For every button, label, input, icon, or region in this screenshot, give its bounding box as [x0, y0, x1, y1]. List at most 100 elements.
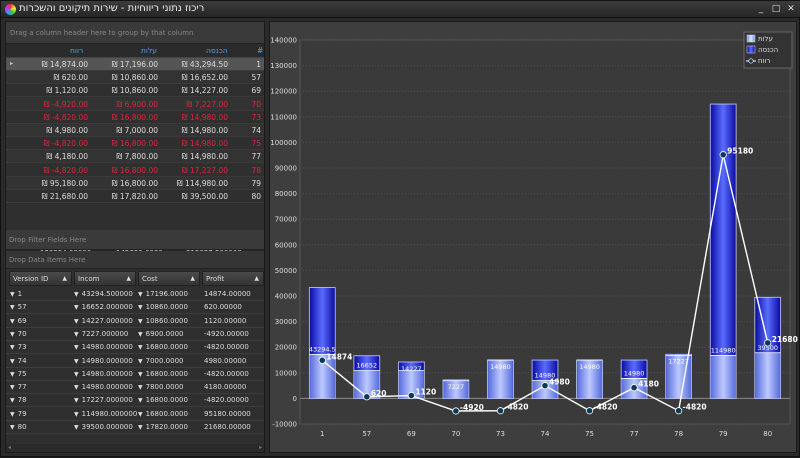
- table-row[interactable]: ₪ -4,820.00 ₪ 16,800.00 ₪ 14,980.00 75: [6, 137, 264, 151]
- header-profit[interactable]: רווח: [70, 46, 83, 55]
- expand-icon[interactable]: ▼: [10, 397, 15, 404]
- expand-icon[interactable]: ▼: [74, 411, 79, 418]
- table-row[interactable]: ₪ -4,920.00 ₪ 6,900.00 ₪ 7,227.00 70: [6, 97, 264, 111]
- expand-icon[interactable]: ▼: [138, 411, 143, 418]
- profit-value-label: -4820: [504, 403, 528, 412]
- maximize-button[interactable]: □: [770, 3, 782, 15]
- pivot-row[interactable]: ▼ 79 ▼ 114980.000000 ▼ 16800.0000 95180.00000: [6, 408, 264, 421]
- table-row[interactable]: ₪ 4,180.00 ₪ 7,800.00 ₪ 14,980.00 77: [6, 150, 264, 164]
- expand-icon[interactable]: ▼: [10, 371, 15, 378]
- pivot-cell-income: 14980.000000: [81, 383, 133, 392]
- bar-value-label: 14980: [490, 363, 511, 371]
- bar-value-label: 14980: [579, 363, 600, 371]
- scroll-right-icon[interactable]: ▸: [259, 444, 262, 451]
- expand-icon[interactable]: ▼: [74, 397, 79, 404]
- close-button[interactable]: ✕: [785, 3, 797, 15]
- pivot-row[interactable]: ▼ 73 ▼ 14980.000000 ▼ 16800.0000 -4820.00000: [6, 341, 264, 355]
- table-row[interactable]: ₪ -4,820.00 ₪ 16,800.00 ₪ 14,980.00 73: [6, 111, 264, 124]
- expand-icon[interactable]: ▼: [10, 411, 15, 418]
- bar-cost: [710, 355, 736, 399]
- expand-icon[interactable]: ▼: [138, 384, 143, 391]
- grid-header: רווח עלות הכנסה #: [6, 44, 264, 58]
- pivot-cell-version: 80: [17, 423, 27, 431]
- expand-icon[interactable]: ▼: [10, 344, 15, 351]
- cell-profit: ₪ 21,680.00: [41, 192, 88, 201]
- expand-icon[interactable]: ▼: [74, 344, 79, 351]
- legend-label: עלות: [758, 35, 773, 43]
- expand-icon[interactable]: ▼: [74, 304, 79, 311]
- pivot-row[interactable]: ▼ 77 ▼ 14980.000000 ▼ 7800.0000 4180.00000: [6, 381, 264, 395]
- scroll-left-icon[interactable]: ◂: [8, 444, 11, 451]
- profit-value-label: 4180: [638, 380, 659, 389]
- profit-point: [496, 407, 505, 415]
- expand-icon[interactable]: ▼: [74, 291, 79, 298]
- table-row[interactable]: ₪ 620.00 ₪ 10,860.00 ₪ 16,652.00 57: [6, 71, 264, 85]
- expand-icon[interactable]: ▼: [138, 304, 143, 311]
- pivot-cell-income: 39500.000000: [81, 423, 133, 431]
- pivot-cell-income: 114980.000000: [81, 409, 138, 418]
- expand-icon[interactable]: ▼: [138, 397, 143, 404]
- pivot-row[interactable]: ▼ 69 ▼ 14227.000000 ▼ 10860.0000 1120.00000: [6, 315, 264, 328]
- pivot-cell-profit: 21680.00000: [204, 423, 251, 431]
- pivot-row[interactable]: ▼ 57 ▼ 16652.000000 ▼ 10860.0000 620.00000: [6, 301, 264, 315]
- expand-icon[interactable]: ▼: [138, 358, 143, 365]
- cell-cost: ₪ 16,800.00: [111, 112, 158, 122]
- pivot-header-profit[interactable]: Profit ▲: [202, 271, 264, 286]
- pivot-row[interactable]: ▼ 1 ▼ 43294.500000 ▼ 17196.0000 14874.00000: [6, 288, 264, 301]
- expand-icon[interactable]: ▼: [138, 318, 143, 325]
- pivot-row[interactable]: ▼ 80 ▼ 39500.000000 ▼ 17820.0000 21680.00000: [6, 421, 264, 434]
- expand-icon[interactable]: ▼: [138, 331, 143, 338]
- pivot-header-version[interactable]: Version ID ▲: [9, 271, 72, 286]
- pivot-header-profit-label: Profit: [206, 275, 225, 283]
- expand-icon[interactable]: ▼: [74, 318, 79, 325]
- table-row[interactable]: ₪ 4,980.00 ₪ 7,000.00 ₪ 14,980.00 74: [6, 124, 264, 137]
- pivot-row[interactable]: ▼ 70 ▼ 7227.000000 ▼ 6900.0000 -4920.00000: [6, 328, 264, 341]
- table-row[interactable]: ₪ 21,680.00 ₪ 17,820.00 ₪ 39,500.00 80: [6, 190, 264, 203]
- y-tick-label: 130000: [270, 62, 297, 70]
- pivot-row[interactable]: ▼ 78 ▼ 17227.000000 ▼ 16800.0000 -4820.00000: [6, 394, 264, 408]
- cell-profit: ₪ 1,120.00: [46, 86, 88, 96]
- expand-icon[interactable]: ▼: [10, 331, 15, 338]
- expand-icon[interactable]: ▼: [10, 384, 15, 391]
- expand-icon[interactable]: ▼: [74, 358, 79, 365]
- expand-icon[interactable]: ▼: [10, 318, 15, 325]
- pivot-cell-profit: 95180.00000: [204, 409, 251, 418]
- expand-icon[interactable]: ▼: [10, 291, 15, 298]
- header-num[interactable]: #: [257, 46, 263, 55]
- expand-icon[interactable]: ▼: [74, 371, 79, 378]
- cell-cost: ₪ 7,000.00: [116, 126, 158, 135]
- pivot-cell-version: 70: [17, 329, 27, 338]
- pivot-data-area[interactable]: Drop Data Items Here: [6, 251, 264, 269]
- cell-num: 78: [251, 165, 261, 175]
- pivot-cell-version: 1: [17, 290, 23, 298]
- pivot-filter-area[interactable]: Drop Filter Fields Here: [6, 230, 264, 250]
- table-row[interactable]: ₪ 95,180.00 ₪ 16,800.00 ₪ 114,980.00 79: [6, 176, 264, 190]
- header-income[interactable]: הכנסה: [206, 46, 228, 55]
- cell-num: 69: [251, 86, 261, 96]
- pivot-header-income[interactable]: Incom ▲: [74, 271, 136, 286]
- expand-icon[interactable]: ▼: [138, 344, 143, 351]
- minimize-button[interactable]: _: [755, 3, 767, 15]
- expand-icon[interactable]: ▼: [74, 331, 79, 338]
- expand-icon[interactable]: ▼: [138, 424, 143, 431]
- expand-icon[interactable]: ▼: [74, 384, 79, 391]
- pivot-row[interactable]: ▼ 75 ▼ 14980.000000 ▼ 16800.0000 -4820.00000: [6, 368, 264, 381]
- group-by-panel[interactable]: Drag a column header here to group by th…: [6, 22, 264, 44]
- expand-icon[interactable]: ▼: [10, 304, 15, 311]
- horizontal-scrollbar[interactable]: ◂ ▸: [6, 444, 264, 452]
- expand-icon[interactable]: ▼: [138, 291, 143, 298]
- header-cost[interactable]: עלות: [141, 46, 157, 55]
- expand-icon[interactable]: ▼: [138, 371, 143, 378]
- pivot-header-cost[interactable]: Cost ▲: [138, 271, 200, 286]
- table-row[interactable]: ₪ 1,120.00 ₪ 10,860.00 ₪ 14,227.00 69: [6, 84, 264, 98]
- pivot-header-cost-label: Cost: [142, 275, 158, 283]
- expand-icon[interactable]: ▼: [10, 358, 15, 365]
- cell-profit: ₪ -4,820.00: [43, 112, 88, 122]
- table-row[interactable]: ▸ ₪ 14,874.00 ₪ 17,196.00 ₪ 43,294.50 1: [6, 58, 264, 71]
- y-tick-label: 80000: [275, 190, 297, 198]
- pivot-row[interactable]: ▼ 74 ▼ 14980.000000 ▼ 7000.0000 4980.00000: [6, 355, 264, 368]
- table-row[interactable]: ₪ -4,820.00 ₪ 16,800.00 ₪ 17,227.00 78: [6, 164, 264, 177]
- expand-icon[interactable]: ▼: [74, 424, 79, 431]
- sort-icon: ▲: [254, 275, 259, 282]
- expand-icon[interactable]: ▼: [10, 424, 15, 431]
